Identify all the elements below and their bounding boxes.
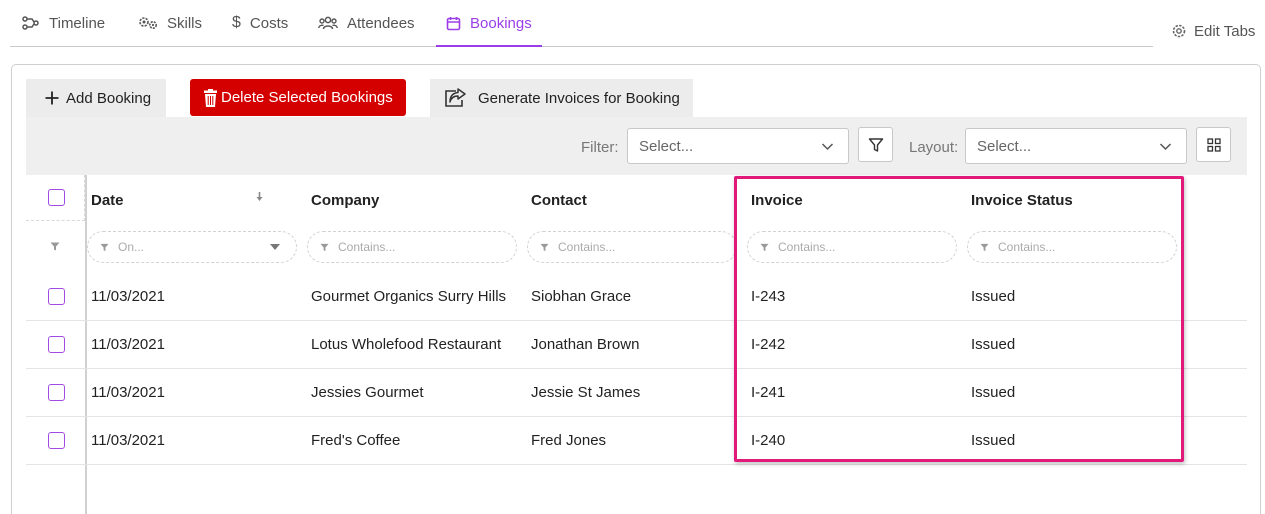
company-filter-placeholder: Contains... (338, 240, 396, 254)
delete-selected-bookings-button[interactable]: Delete Selected Bookings (190, 79, 406, 116)
caret-down-icon[interactable] (270, 244, 280, 251)
select-all-cell (26, 175, 85, 221)
people-icon (318, 16, 338, 30)
contact-cell: Jonathan Brown (531, 336, 640, 353)
tab-attendees[interactable]: Attendees (318, 0, 415, 46)
table-row[interactable]: 11/03/2021 Gourmet Organics Surry Hills … (26, 273, 1247, 321)
invoice-status-filter-input[interactable]: Contains... (967, 231, 1177, 263)
row-checkbox[interactable] (48, 288, 65, 305)
invoice-cell: I-241 (751, 384, 786, 401)
calendar-icon (446, 16, 461, 30)
filter-select-value: Select... (639, 137, 694, 155)
filter-button[interactable] (858, 127, 893, 162)
row-checkbox[interactable] (48, 384, 65, 401)
funnel-icon (540, 243, 549, 251)
filter-row-icon (50, 242, 60, 251)
row-checkbox[interactable] (48, 336, 65, 353)
generate-invoices-label: Generate Invoices for Booking (478, 89, 680, 107)
company-filter-input[interactable]: Contains... (307, 231, 517, 263)
invoice-status-cell: Issued (971, 384, 1016, 401)
plus-icon (45, 91, 59, 105)
filter-label: Filter: (581, 139, 619, 156)
bookings-grid: Date Company Contact Invoice Invoice Sta… (26, 175, 1247, 514)
add-booking-label: Add Booking (66, 89, 152, 107)
tab-bookings[interactable]: Bookings (436, 0, 542, 47)
tab-label: Bookings (470, 14, 532, 32)
tab-label: Costs (249, 14, 289, 32)
invoice-status-cell: Issued (971, 288, 1016, 305)
select-all-checkbox[interactable] (48, 189, 65, 206)
layout-grid-icon (1206, 137, 1221, 152)
add-booking-button[interactable]: Add Booking (26, 79, 166, 117)
trash-icon (204, 88, 217, 107)
invoice-status-cell: Issued (971, 432, 1016, 449)
funnel-icon (100, 243, 109, 251)
bookings-panel: Add Booking Delete Selected Bookings Gen… (11, 64, 1261, 514)
column-header-company[interactable]: Company (311, 192, 379, 209)
invoice-cell: I-240 (751, 432, 786, 449)
column-header-invoice[interactable]: Invoice (751, 192, 803, 209)
edit-tabs-label: Edit Tabs (1194, 22, 1256, 40)
layout-select-value: Select... (977, 137, 1032, 155)
column-header-invoice-status[interactable]: Invoice Status (971, 192, 1073, 209)
tab-label: Timeline (49, 14, 106, 32)
table-row[interactable]: 11/03/2021 Jessies Gourmet Jessie St Jam… (26, 369, 1247, 417)
invoice-cell: I-243 (751, 288, 786, 305)
column-header-date[interactable]: Date (91, 192, 124, 209)
filter-select[interactable]: Select... (627, 128, 849, 164)
table-row[interactable]: 11/03/2021 Fred's Coffee Fred Jones I-24… (26, 417, 1247, 465)
contact-filter-placeholder: Contains... (558, 240, 616, 254)
invoice-cell: I-242 (751, 336, 786, 353)
tab-costs[interactable]: $ Costs (232, 0, 288, 46)
sort-icon[interactable] (255, 192, 264, 203)
layout-select[interactable]: Select... (965, 128, 1187, 164)
tab-timeline[interactable]: Timeline (22, 0, 105, 46)
invoice-status-cell: Issued (971, 336, 1016, 353)
contact-cell: Siobhan Grace (531, 288, 632, 305)
funnel-icon (760, 243, 769, 251)
tab-label: Attendees (347, 14, 415, 32)
company-cell: Lotus Wholefood Restaurant (311, 336, 502, 353)
generate-invoices-button[interactable]: Generate Invoices for Booking (430, 79, 693, 117)
contact-filter-input[interactable]: Contains... (527, 231, 737, 263)
date-cell: 11/03/2021 (91, 384, 165, 401)
gear-icon (1172, 24, 1186, 38)
tab-label: Skills (167, 14, 203, 32)
chevron-down-icon (1159, 143, 1172, 151)
delete-selected-label: Delete Selected Bookings (221, 89, 393, 106)
invoice-filter-placeholder: Contains... (778, 240, 836, 254)
date-cell: 11/03/2021 (91, 336, 165, 353)
company-cell: Jessies Gourmet (311, 384, 424, 401)
table-row[interactable]: 11/03/2021 Lotus Wholefood Restaurant Jo… (26, 321, 1247, 369)
column-header-contact[interactable]: Contact (531, 192, 587, 209)
tab-bar: Timeline Skills $ Costs Attendees Bookin… (10, 0, 1153, 47)
gears-icon (139, 17, 158, 30)
invoice-status-filter-placeholder: Contains... (998, 240, 1056, 254)
funnel-icon (868, 137, 883, 152)
edit-tabs-button[interactable]: Edit Tabs (1171, 20, 1255, 42)
layout-label: Layout: (909, 139, 959, 156)
invoice-filter-input[interactable]: Contains... (747, 231, 957, 263)
date-filter-placeholder: On... (118, 240, 145, 254)
dollar-icon: $ (232, 14, 241, 31)
company-cell: Gourmet Organics Surry Hills (311, 288, 507, 305)
contact-cell: Fred Jones (531, 432, 607, 449)
funnel-icon (320, 243, 329, 251)
funnel-icon (980, 243, 989, 251)
date-cell: 11/03/2021 (91, 432, 165, 449)
tab-skills[interactable]: Skills (138, 0, 202, 46)
contact-cell: Jessie St James (531, 384, 641, 401)
share-icon (445, 88, 466, 107)
date-filter-input[interactable]: On... (87, 231, 297, 263)
row-checkbox[interactable] (48, 432, 65, 449)
date-cell: 11/03/2021 (91, 288, 165, 305)
chevron-down-icon (821, 143, 834, 151)
company-cell: Fred's Coffee (311, 432, 401, 449)
grid-toolbar: Filter: Select... Layout: Select... (26, 117, 1247, 175)
layout-grid-button[interactable] (1196, 127, 1231, 162)
timeline-icon (22, 16, 39, 30)
